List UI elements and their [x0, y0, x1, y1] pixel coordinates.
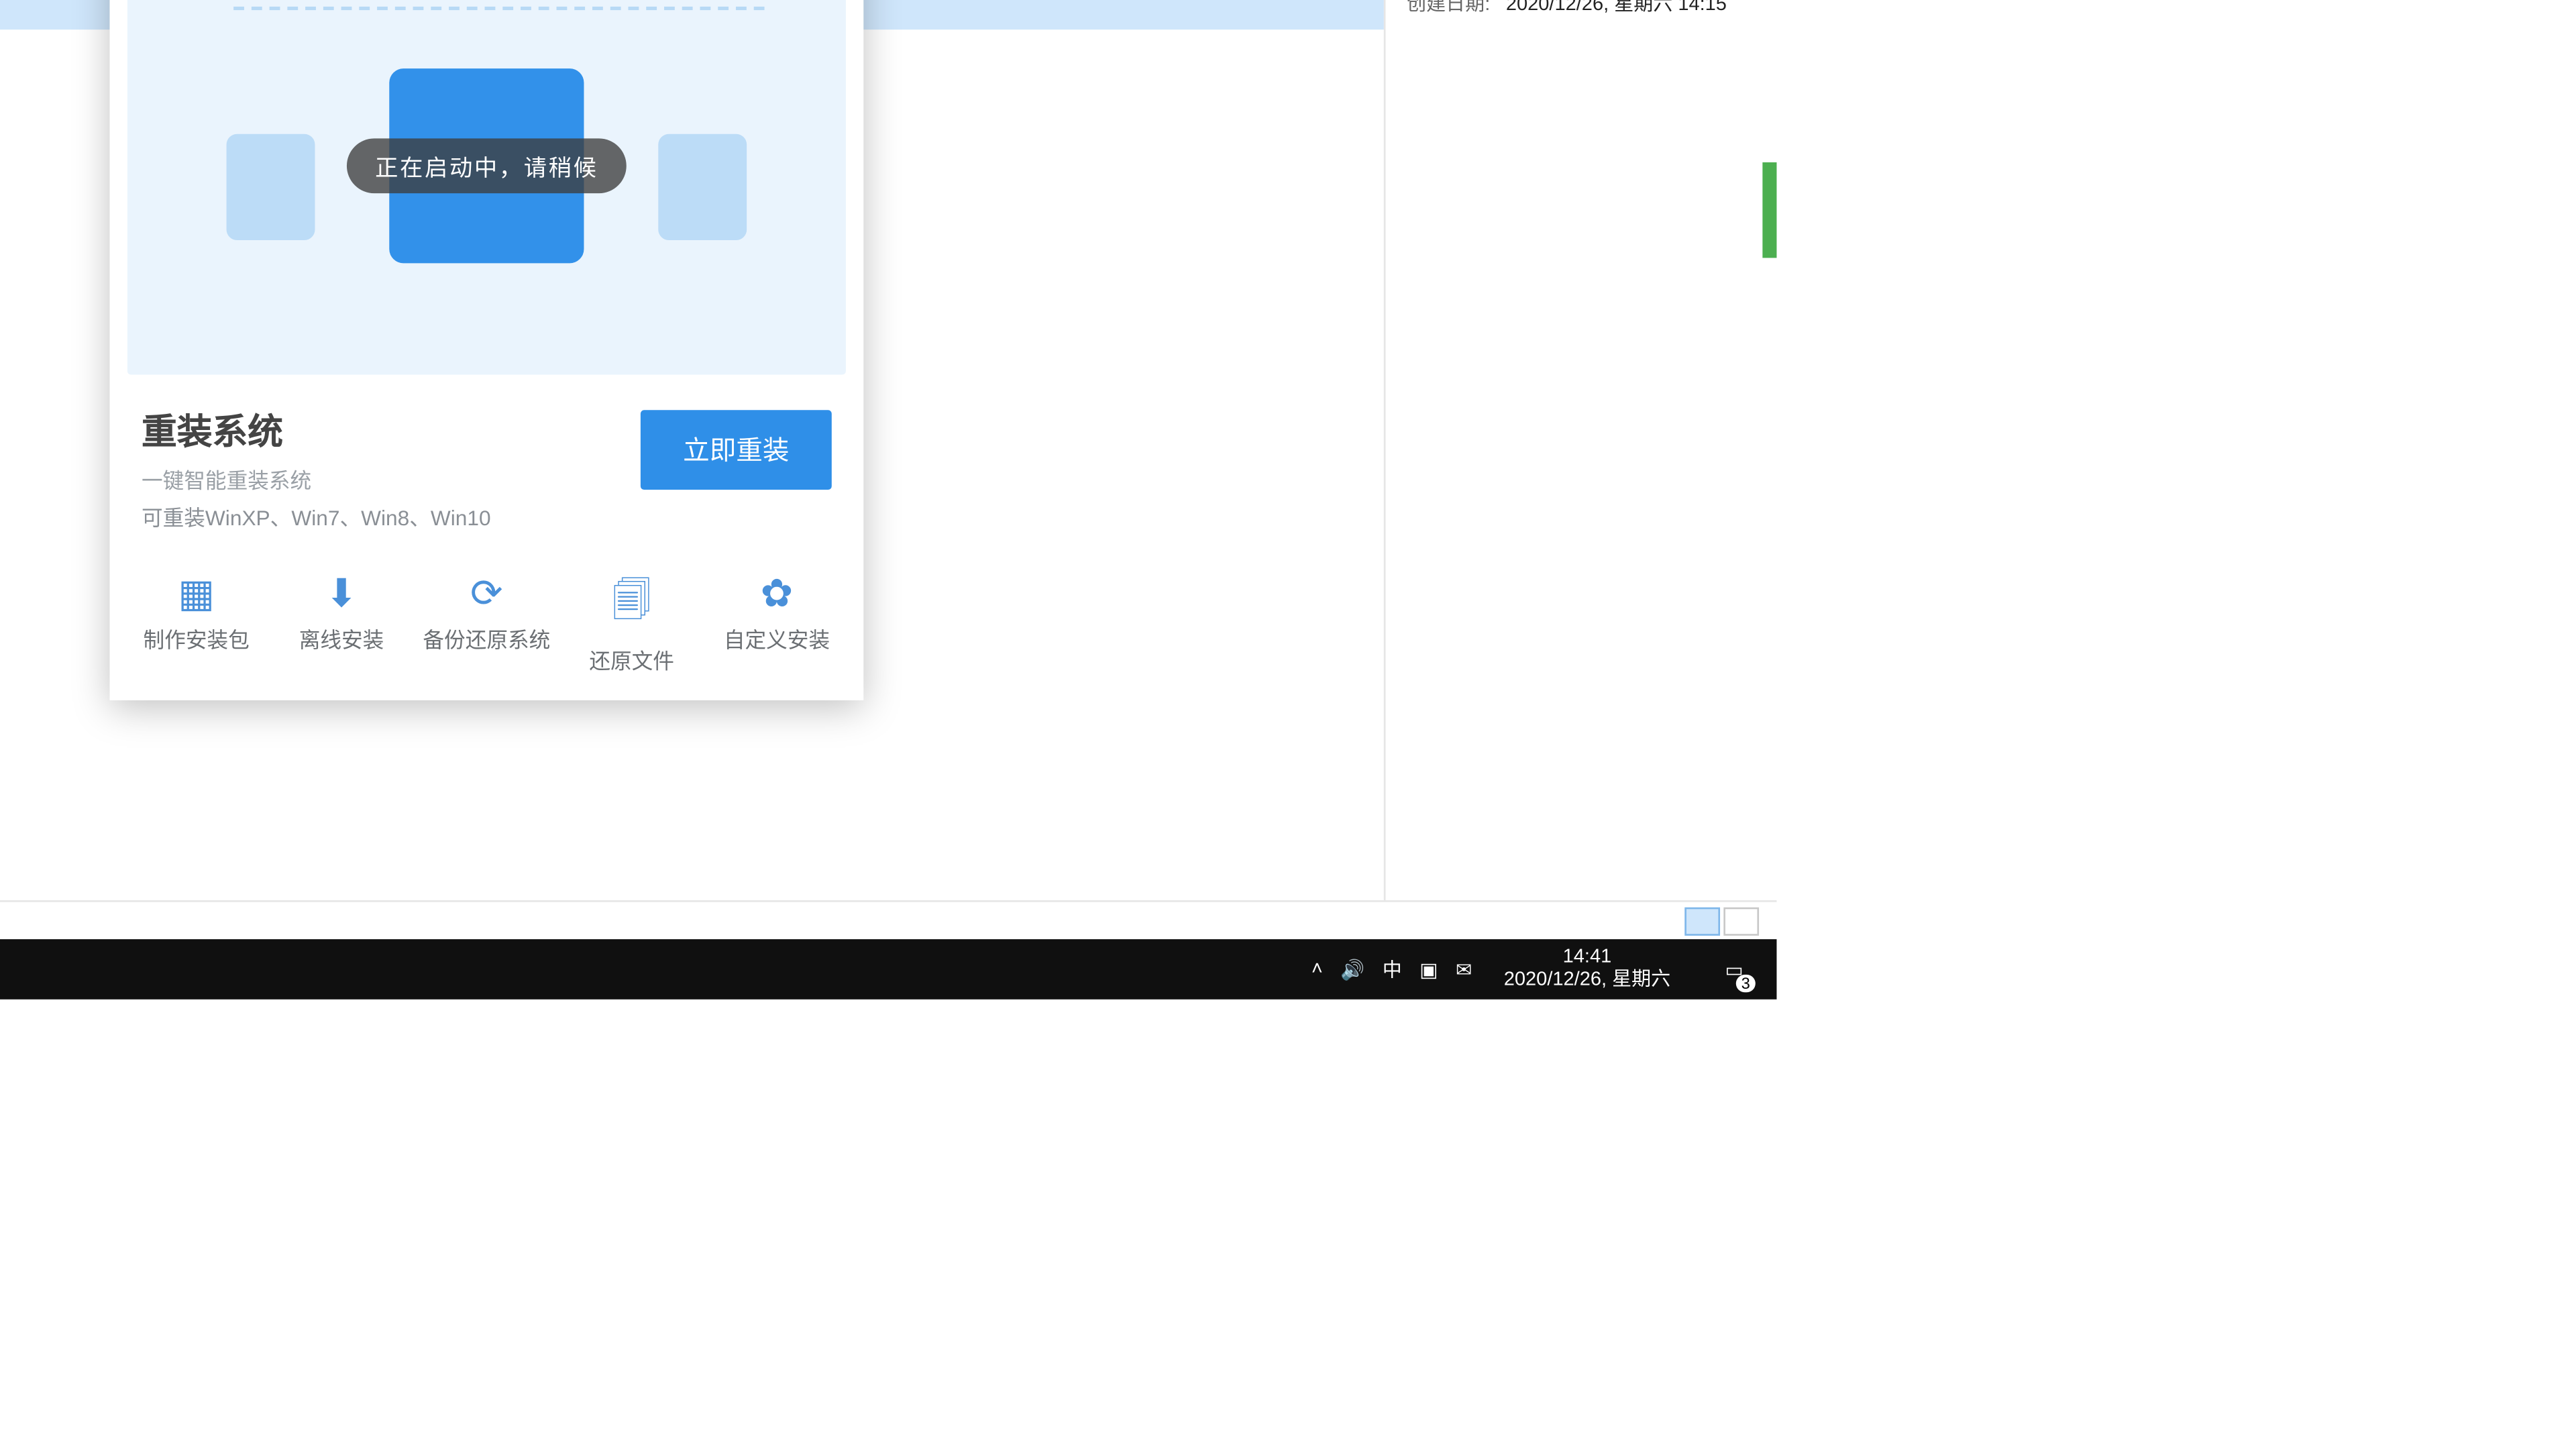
tray-overflow-icon[interactable]: ˄ [1311, 959, 1323, 980]
taskbar-clock[interactable]: 14:41 2020/12/26, 星期六 [1490, 947, 1685, 993]
app-bottom-toolbar: ▦制作安装包⬇离线安装⟳备份还原系统🗐还原文件✿自定义安装 [109, 561, 863, 700]
yunqishi-window[interactable]: 联系客服 ≡ — ✕ ♞ 云骑士装机大师 www.yunqishi.net ⍂启… [109, 0, 863, 700]
tray-ime-icon[interactable]: 中 [1383, 955, 1402, 983]
status-bar: 12 个项目 选中 1 个项目 27.6 MB [0, 900, 1776, 939]
tool-icon: 🗐 [568, 571, 696, 638]
hero-graphic-right [658, 134, 747, 240]
loading-pill: 正在启动中，请稍候 [347, 138, 627, 193]
app-tool-item[interactable]: ⟳备份还原系统 [423, 571, 550, 676]
view-large-icons-button[interactable] [1723, 906, 1759, 934]
details-pane: 本地硬盘安装.exe 应用程序 ⊕ 修改日期:2020/10/12, 星期一 1… [1384, 0, 1777, 936]
tray-network-icon[interactable]: ▣ [1419, 958, 1438, 981]
meta-key-created: 创建日期: [1407, 0, 1506, 17]
app-tool-item[interactable]: ✿自定义安装 [713, 571, 841, 676]
action-center-button[interactable]: ▭3 [1703, 939, 1766, 1000]
app-tool-item[interactable]: 🗐还原文件 [568, 571, 696, 676]
file-name: 光盘说明.TXT [0, 30, 115, 60]
scrollbar-thumb[interactable] [1762, 162, 1776, 258]
reinstall-sub1: 一键智能重装系统 [142, 465, 491, 495]
app-tool-item[interactable]: ⬇离线安装 [278, 571, 405, 676]
view-details-button[interactable] [1684, 906, 1720, 934]
reinstall-heading: 重装系统 [142, 403, 491, 455]
file-name: 本地硬盘安装.exe [0, 0, 78, 29]
reinstall-now-button[interactable]: 立即重装 [641, 410, 832, 490]
tool-icon: ⬇ [278, 571, 405, 617]
tool-icon: ▦ [133, 571, 260, 617]
app-tool-item[interactable]: ▦制作安装包 [133, 571, 260, 676]
reinstall-sub2: 可重装WinXP、Win7、Win8、Win10 [142, 502, 491, 532]
tray-mail-icon[interactable]: ✉ [1456, 958, 1472, 981]
tool-icon: ✿ [713, 571, 841, 617]
hero-graphic-left [227, 134, 315, 240]
notification-badge: 3 [1736, 975, 1756, 992]
meta-val-created: 2020/12/26, 星期六 14:15 [1506, 0, 1756, 17]
tool-icon: ⟳ [423, 571, 550, 617]
taskbar[interactable]: ⊞ ⌕ ⧉ ▆ ◉ ˄ 🔊 中 ▣ ✉ 14:41 2020/12/26, 星期… [0, 939, 1776, 1000]
tray-volume-icon[interactable]: 🔊 [1340, 958, 1364, 981]
file-name: 硬盘安装教程.html [0, 62, 115, 93]
app-hero: 正在启动中，请稍候 [127, 0, 846, 375]
